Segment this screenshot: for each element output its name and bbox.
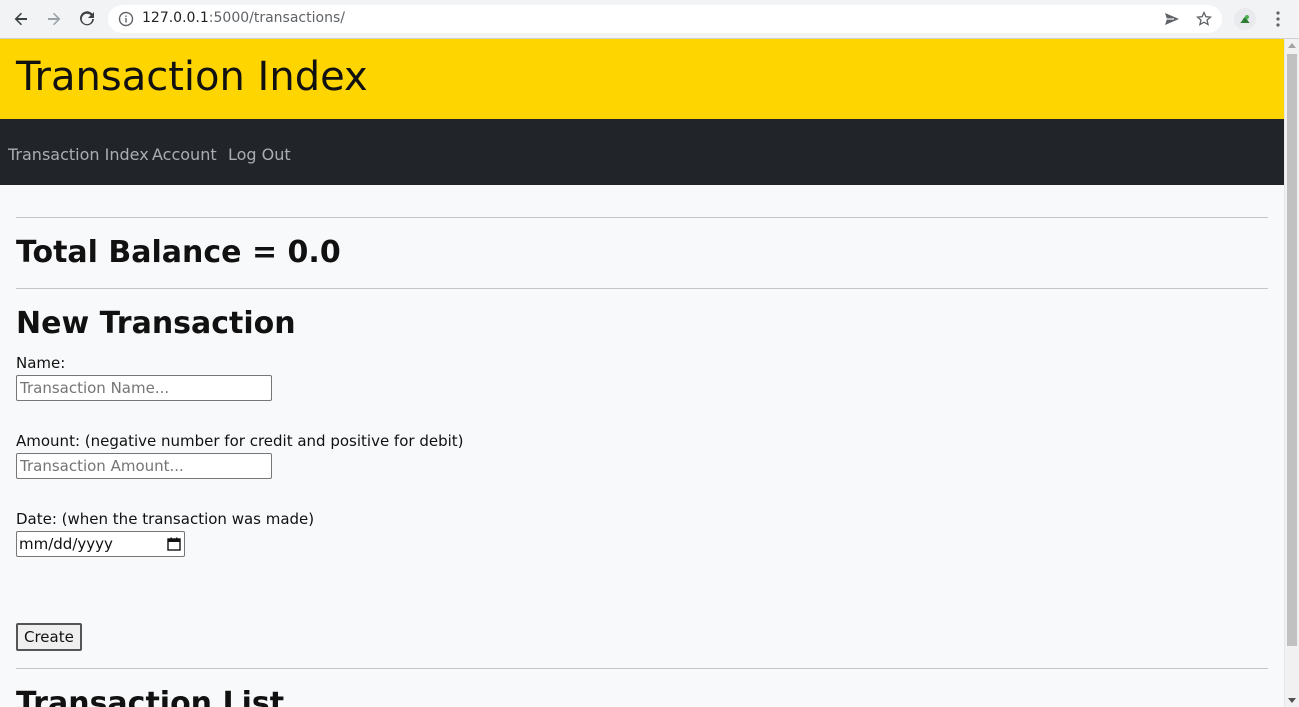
nav-link-transaction-index[interactable]: Transaction Index: [8, 145, 149, 164]
browser-toolbar: 127.0.0.1:5000/transactions/: [0, 0, 1299, 39]
name-label: Name:: [16, 354, 66, 372]
new-transaction-heading: New Transaction: [16, 306, 296, 341]
divider: [16, 217, 1268, 218]
page-viewport: Transaction Index Transaction Index Acco…: [0, 39, 1284, 707]
divider: [16, 288, 1268, 289]
kebab-menu-icon[interactable]: [1268, 9, 1288, 29]
address-bar[interactable]: 127.0.0.1:5000/transactions/: [108, 5, 1222, 33]
star-icon[interactable]: [1196, 11, 1212, 27]
vertical-scrollbar[interactable]: [1284, 39, 1299, 707]
forward-arrow-icon[interactable]: [42, 7, 66, 31]
calendar-icon[interactable]: [167, 536, 181, 551]
url-text: 127.0.0.1:5000/transactions/: [142, 10, 345, 26]
site-nav: Transaction Index Account Log Out: [0, 119, 1284, 185]
url-host: 127.0.0.1: [142, 10, 209, 26]
amount-label: Amount: (negative number for credit and …: [16, 432, 464, 450]
transaction-amount-input[interactable]: [16, 453, 272, 479]
reload-icon[interactable]: [75, 7, 99, 31]
date-value: mm/dd/yyyy: [19, 535, 113, 553]
create-button[interactable]: Create: [16, 623, 82, 651]
transaction-date-input[interactable]: mm/dd/yyyy: [16, 531, 185, 557]
total-balance: Total Balance = 0.0: [16, 235, 341, 270]
nav-link-account[interactable]: Account: [152, 145, 217, 164]
back-arrow-icon[interactable]: [9, 7, 33, 31]
scroll-up-arrow-icon[interactable]: [1288, 43, 1296, 48]
date-label: Date: (when the transaction was made): [16, 510, 315, 528]
divider: [16, 668, 1268, 669]
site-header: Transaction Index: [0, 39, 1284, 119]
transaction-list-heading: Transaction List: [16, 686, 285, 707]
send-icon[interactable]: [1164, 11, 1180, 27]
extension-icon[interactable]: [1234, 8, 1256, 30]
scroll-down-arrow-icon[interactable]: [1288, 698, 1296, 703]
scrollbar-thumb[interactable]: [1287, 54, 1297, 646]
page-title: Transaction Index: [16, 54, 368, 100]
info-icon[interactable]: [118, 11, 134, 31]
url-path: :5000/transactions/: [208, 10, 345, 26]
transaction-name-input[interactable]: [16, 375, 272, 401]
nav-link-log-out[interactable]: Log Out: [228, 145, 291, 164]
